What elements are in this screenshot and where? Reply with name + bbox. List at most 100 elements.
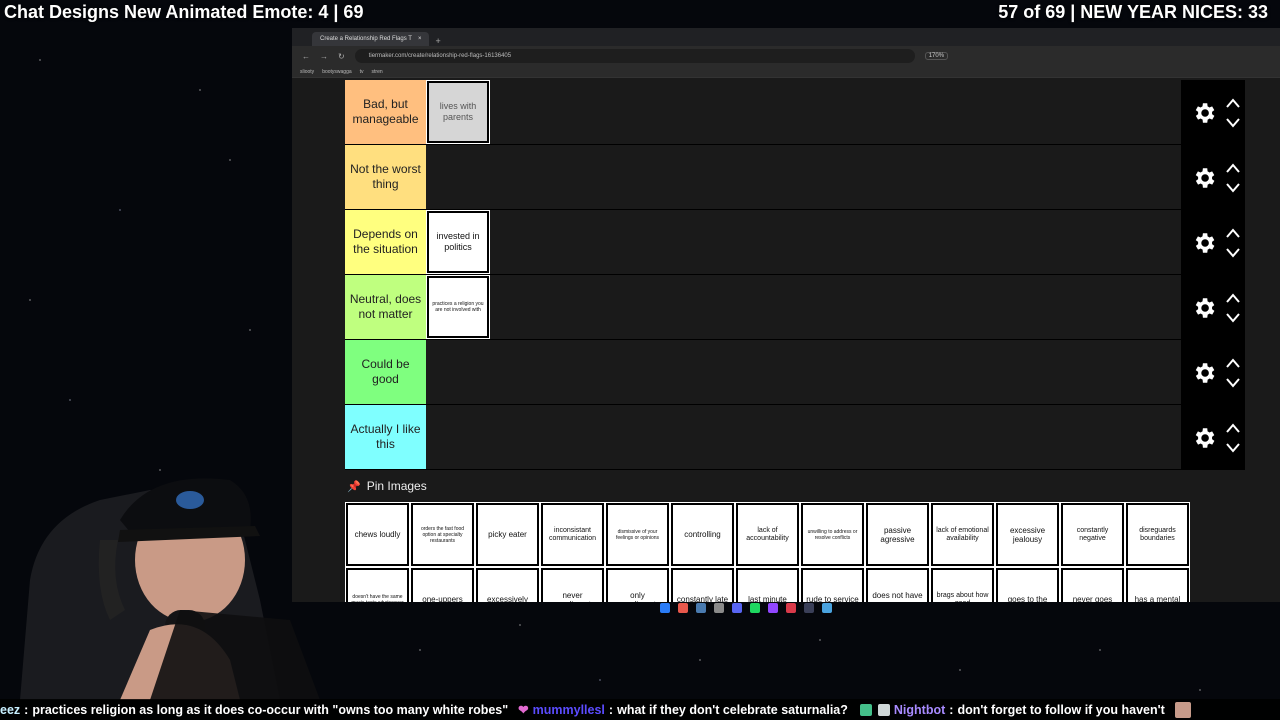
tier-items: lives with parents (426, 80, 490, 144)
pool-item-card[interactable]: lack of emotional availability (930, 502, 995, 567)
pool-item-card[interactable]: lack of accountability (735, 502, 800, 567)
pool-item-card[interactable]: excessive jealousy (995, 502, 1060, 567)
pool-item-card[interactable]: rude to service (800, 567, 865, 602)
chevron-down-icon[interactable] (1225, 182, 1241, 194)
chat-separator: : (608, 702, 614, 717)
browser-app-icon[interactable] (678, 603, 688, 613)
pool-item-card[interactable]: doesn't have the same music taste whatso… (345, 567, 410, 602)
chevron-up-icon[interactable] (1225, 227, 1241, 239)
bookmark-item[interactable]: bootyswagga (322, 69, 351, 75)
tier-item-card[interactable]: lives with parents (426, 80, 490, 144)
pool-item-card[interactable]: never goes (1060, 567, 1125, 602)
chevron-down-icon[interactable] (1225, 247, 1241, 259)
pool-item-card[interactable]: inconsistant communication (540, 502, 605, 567)
gear-icon[interactable] (1191, 295, 1217, 321)
tier-label[interactable]: Depends on the situation (345, 210, 426, 274)
tier-label[interactable]: Neutral, does not matter (345, 275, 426, 339)
tier-row: Not the worst thing (345, 145, 1245, 210)
tier-row: Actually I like this (345, 405, 1245, 470)
pool-item-card[interactable]: orders the fast food option at specialty… (410, 502, 475, 567)
tier-controls (1181, 275, 1245, 340)
address-bar[interactable]: tiermaker.com/create/relationship-red-fl… (354, 49, 915, 63)
tier-move-arrows (1225, 97, 1241, 129)
pool-item-card[interactable]: disreguards boundaries (1125, 502, 1190, 567)
tier-label[interactable]: Actually I like this (345, 405, 426, 469)
windows-start-icon[interactable] (660, 603, 670, 613)
pool-item-card[interactable]: only compliments (605, 567, 670, 602)
pool-item-card[interactable]: constantly late (670, 567, 735, 602)
tier-controls (1181, 145, 1245, 210)
chevron-up-icon[interactable] (1225, 357, 1241, 369)
chat-separator: : (949, 702, 954, 717)
tier-row: Depends on the situation invested in poli… (345, 210, 1245, 275)
gear-icon[interactable] (1191, 165, 1217, 191)
steam-icon[interactable] (696, 603, 706, 613)
pool-item-card[interactable]: does not have a (865, 567, 930, 602)
reload-icon[interactable]: ↻ (338, 52, 345, 61)
avatar (1174, 701, 1191, 718)
pool-item-card[interactable]: constantly negative (1060, 502, 1125, 567)
pool-item-card[interactable]: passive agressive (865, 502, 930, 567)
chevron-down-icon[interactable] (1225, 312, 1241, 324)
gear-icon[interactable] (1191, 360, 1217, 386)
pool-item-card[interactable]: goes to the (995, 567, 1060, 602)
tier-label[interactable]: Bad, but manageable (345, 80, 426, 144)
tier-item-card[interactable]: invested in politics (426, 210, 490, 274)
gear-icon[interactable] (1191, 230, 1217, 256)
pool-item-card[interactable]: excessively (475, 567, 540, 602)
chevron-up-icon[interactable] (1225, 162, 1241, 174)
tab-close-icon[interactable]: × (418, 36, 422, 42)
bot-badge-icon (877, 703, 890, 716)
tier-controls (1181, 405, 1245, 470)
chat-separator: : (24, 702, 29, 717)
pool-item-card[interactable]: dismissive of your feelings or opinions (605, 502, 670, 567)
forward-icon[interactable]: → (320, 52, 328, 61)
browser-tab[interactable]: Create a Relationship Red Flags T × (312, 32, 430, 46)
pool-item-card[interactable]: picky eater (475, 502, 540, 567)
tier-move-arrows (1225, 162, 1241, 194)
tier-controls (1181, 210, 1245, 275)
pool-item-card[interactable]: one-uppers (410, 567, 475, 602)
tier-controls (1181, 80, 1245, 145)
settings-app-icon[interactable] (714, 603, 724, 613)
new-tab-button[interactable]: + (435, 36, 440, 46)
pin-images-header[interactable]: 📌 Pin Images (347, 479, 427, 493)
obs-icon[interactable] (786, 603, 796, 613)
image-pool: chews loudly orders the fast food option … (345, 502, 1247, 602)
app-icon[interactable] (804, 603, 814, 613)
chat-message: what if they don't celebrate saturnalia? (617, 702, 848, 717)
pool-item-card[interactable]: brags about how good (930, 567, 995, 602)
tier-label[interactable]: Not the worst thing (345, 145, 426, 209)
tier-item-card[interactable]: practices a religion you are not involve… (426, 275, 490, 339)
tier-items: invested in politics (426, 210, 490, 274)
pool-item-card[interactable]: controlling (670, 502, 735, 567)
twitch-icon[interactable] (768, 603, 778, 613)
tier-move-arrows (1225, 292, 1241, 324)
pool-item-card[interactable]: has a mental (1125, 567, 1190, 602)
tier-items (426, 145, 427, 209)
gear-icon[interactable] (1191, 100, 1217, 126)
discord-icon[interactable] (732, 603, 742, 613)
pool-item-card[interactable]: last minute (735, 567, 800, 602)
app-icon-2[interactable] (822, 603, 832, 613)
chevron-down-icon[interactable] (1225, 442, 1241, 454)
chat-username: eez (0, 702, 21, 717)
chevron-up-icon[interactable] (1225, 97, 1241, 109)
pool-item-card[interactable]: never compliments (540, 567, 605, 602)
zoom-indicator[interactable]: 170% (924, 52, 949, 60)
gear-icon[interactable] (1191, 425, 1217, 451)
bookmark-item[interactable]: stren (372, 69, 383, 75)
chevron-up-icon[interactable] (1225, 422, 1241, 434)
bookmark-item[interactable]: tv (360, 69, 364, 75)
pool-item-card[interactable]: unwilling to address or resolve conflict… (800, 502, 865, 567)
tier-label[interactable]: Could be good (345, 340, 426, 404)
spotify-icon[interactable] (750, 603, 760, 613)
back-icon[interactable]: ← (302, 52, 310, 61)
tab-title: Create a Relationship Red Flags T (320, 36, 412, 42)
bookmark-item[interactable]: sliooty (300, 69, 314, 75)
chevron-up-icon[interactable] (1225, 292, 1241, 304)
overlay-title-right: 57 of 69 | NEW YEAR NICES: 33 (998, 2, 1268, 22)
chevron-down-icon[interactable] (1225, 377, 1241, 389)
chevron-down-icon[interactable] (1225, 117, 1241, 129)
pool-item-card[interactable]: chews loudly (345, 502, 410, 567)
